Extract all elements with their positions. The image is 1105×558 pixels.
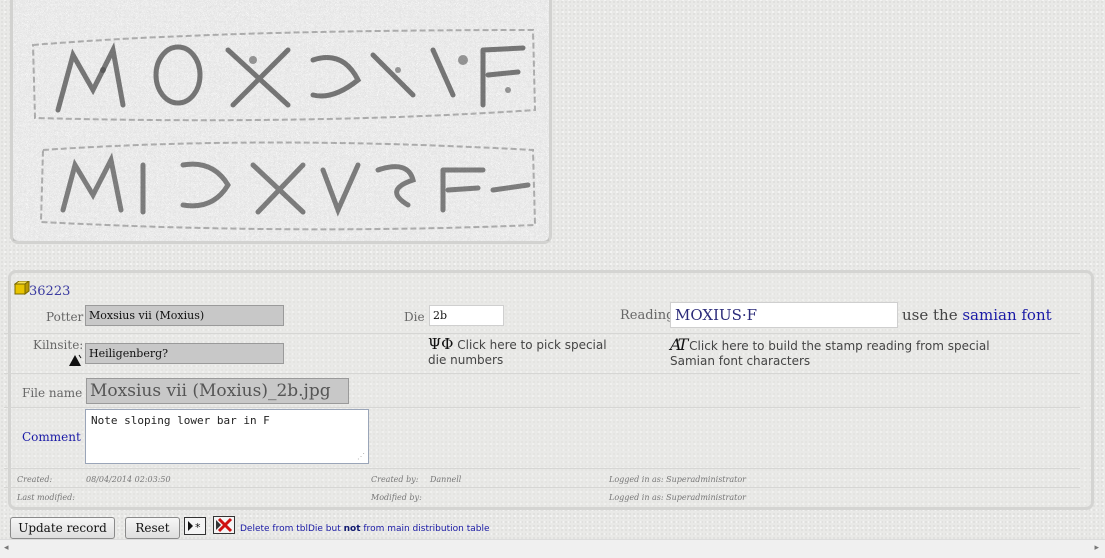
logged-in-text: Logged in as: Superadministrator (609, 475, 746, 484)
svg-text:*: * (195, 521, 201, 534)
created-label: Created: (17, 475, 53, 484)
use-the-text: use the (902, 306, 963, 324)
reading-field[interactable]: MOXIUS·F (670, 302, 898, 328)
last-modified-label: Last modified: (17, 493, 75, 502)
stamp-image (10, 0, 552, 244)
potter-field[interactable]: Moxsius vii (Moxius) (85, 305, 284, 326)
reading-builder-text: Click here to build the stamp reading fr… (670, 339, 990, 368)
triangle-icon[interactable] (68, 352, 82, 371)
logged-in-text: Logged in as: Superadministrator (609, 493, 746, 502)
created-value: 08/04/2014 02:03:50 (86, 475, 171, 484)
reading-builder-icon: AT (670, 335, 688, 354)
new-record-icon[interactable]: * (184, 517, 206, 539)
kilnsite-field[interactable]: Heiligenberg? (85, 343, 284, 364)
created-by-value: Dannell (430, 475, 462, 484)
die-picker-icon: ΨΦ (428, 335, 454, 353)
die-field[interactable]: 2b (429, 305, 504, 326)
reading-label: Reading (620, 308, 675, 323)
update-record-button[interactable]: Update record (10, 517, 115, 539)
comment-label: Comment (22, 430, 81, 444)
record-icon (13, 280, 31, 299)
delete-note: Delete from tblDie but not from main dis… (240, 524, 490, 534)
row-divider (4, 407, 1080, 408)
kilnsite-label: Kilnsite: (33, 338, 84, 352)
delete-icon[interactable] (213, 516, 235, 538)
die-label: Die (404, 310, 425, 324)
row-divider (4, 333, 1080, 334)
potter-label: Potter (46, 310, 84, 324)
reset-button[interactable]: Reset (125, 517, 180, 539)
comment-textarea[interactable]: Note sloping lower bar in F (85, 409, 369, 464)
scroll-left-icon[interactable]: ◂ (4, 543, 9, 553)
stamp-image-drawing (13, 0, 549, 241)
row-divider (4, 487, 1080, 488)
scroll-right-icon[interactable]: ▸ (1094, 543, 1099, 553)
resize-handle-icon[interactable]: ⋰ (357, 452, 365, 461)
die-picker-link[interactable]: ΨΦ Click here to pick special die number… (428, 337, 608, 368)
filename-field[interactable]: Moxsius vii (Moxius)_2b.jpg (86, 378, 349, 404)
row-divider (4, 373, 1080, 374)
horizontal-scrollbar[interactable]: ◂ ▸ (0, 539, 1105, 558)
record-id[interactable]: 36223 (29, 284, 70, 299)
created-by-label: Created by: (371, 475, 419, 484)
reading-builder-link[interactable]: AT Click here to build the stamp reading… (670, 337, 990, 369)
delete-note-prefix: Delete from tblDie but (240, 524, 344, 534)
modified-by-label: Modified by: (371, 493, 422, 502)
delete-note-suffix: from main distribution table (360, 524, 490, 534)
die-picker-text: Click here to pick special die numbers (428, 338, 607, 367)
row-divider (4, 468, 1080, 469)
delete-note-not: not (343, 524, 361, 534)
samian-font-link[interactable]: samian font (962, 306, 1051, 324)
filename-label: File name (22, 386, 83, 400)
